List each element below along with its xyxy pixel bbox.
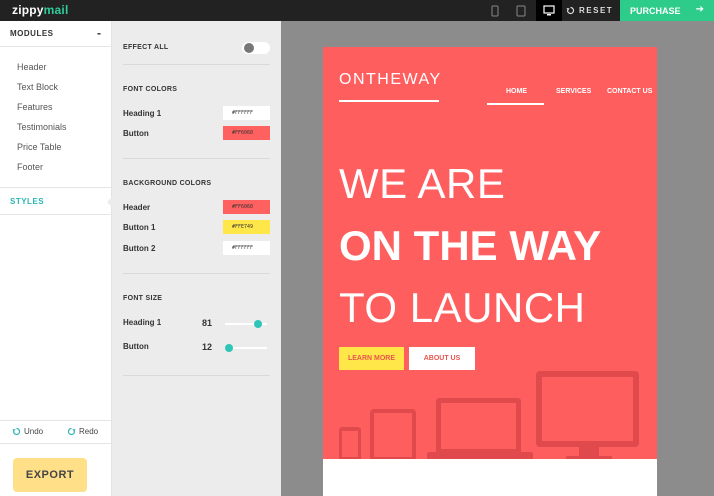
font-size-heading1-value: 81 (202, 318, 213, 328)
font-color-heading1-swatch[interactable]: #FFFFFF (223, 106, 270, 120)
redo-label: Redo (79, 427, 99, 436)
module-item-text-block[interactable]: Text Block (17, 82, 58, 92)
module-item-testimonials[interactable]: Testimonials (17, 122, 67, 132)
divider (123, 375, 270, 376)
logo-text: zippy (12, 3, 44, 17)
bg-color-button2-swatch[interactable]: #FFFFFF (223, 241, 270, 255)
effect-all-label: EFFECT ALL (123, 44, 169, 51)
collapse-icon[interactable]: - (97, 26, 101, 40)
modules-sidebar: MODULES - Header Text Block Features Tes… (0, 21, 113, 496)
app-logo[interactable]: zippymail (12, 3, 68, 17)
logo-text-accent: mail (43, 3, 69, 17)
redo-icon (67, 427, 76, 436)
email-preview[interactable]: ONTHEWAY HOME SERVICES CONTACT US WE ARE… (323, 47, 657, 496)
font-color-heading1-label: Heading 1 (123, 109, 162, 118)
font-size-button-label: Button (123, 342, 149, 351)
font-size-heading1-slider[interactable] (225, 320, 267, 328)
purchase-label: PURCHASE (630, 5, 681, 16)
brand-underline (339, 100, 439, 102)
email-body (323, 465, 657, 496)
mobile-view-button[interactable] (482, 0, 508, 21)
bg-color-header-swatch[interactable]: #FF6060 (223, 200, 270, 214)
email-brand: ONTHEWAY (339, 71, 442, 88)
styles-panel: EFFECT ALL FONT COLORS Heading 1 #FFFFFF… (112, 21, 281, 496)
effect-all-toggle[interactable] (242, 42, 270, 54)
arrow-right-icon: ➔ (695, 4, 704, 15)
undo-label: Undo (24, 427, 44, 436)
font-colors-title: FONT COLORS (123, 86, 178, 93)
email-nav-contact[interactable]: CONTACT US (607, 88, 652, 95)
font-color-button-label: Button (123, 129, 149, 138)
module-item-footer[interactable]: Footer (17, 162, 43, 172)
hero-line-1: WE ARE (339, 160, 506, 207)
toggle-knob (244, 43, 254, 53)
styles-tab[interactable]: STYLES (0, 187, 113, 215)
font-size-title: FONT SIZE (123, 295, 163, 302)
bg-color-header-label: Header (123, 203, 151, 212)
module-item-features[interactable]: Features (17, 102, 53, 112)
reset-button[interactable]: RESET (566, 0, 620, 21)
top-bar: zippymail RESET PURCHASE ➔ (0, 0, 714, 21)
history-controls: Undo Redo (0, 420, 112, 444)
export-button[interactable]: EXPORT (13, 458, 87, 492)
divider (123, 158, 270, 159)
email-nav-home[interactable]: HOME (506, 88, 527, 95)
purchase-button[interactable]: PURCHASE ➔ (620, 0, 714, 21)
slider-thumb[interactable] (254, 320, 262, 328)
background-colors-title: BACKGROUND COLORS (123, 180, 212, 187)
reset-label: RESET (579, 6, 614, 15)
reset-icon (566, 6, 575, 15)
divider (123, 64, 270, 65)
tablet-icon (516, 5, 526, 16)
hero-line-3: TO LAUNCH (339, 284, 586, 331)
nav-active-underline (487, 103, 544, 105)
redo-button[interactable]: Redo (67, 427, 98, 436)
email-nav-services[interactable]: SERVICES (556, 88, 591, 95)
module-item-price-table[interactable]: Price Table (17, 142, 61, 152)
undo-button[interactable]: Undo (12, 427, 43, 436)
font-size-heading1-label: Heading 1 (123, 318, 162, 327)
font-color-button-swatch[interactable]: #FF6060 (223, 126, 270, 140)
styles-label: STYLES (10, 197, 45, 206)
tablet-view-button[interactable] (508, 0, 534, 21)
divider (123, 273, 270, 274)
desktop-view-button[interactable] (536, 0, 562, 21)
modules-header[interactable]: MODULES - (0, 21, 112, 47)
hero-line-2: ON THE WAY (339, 222, 602, 269)
modules-title: MODULES (10, 29, 54, 38)
desktop-icon (543, 5, 555, 16)
font-size-button-slider[interactable] (225, 344, 267, 352)
bg-color-button2-label: Button 2 (123, 244, 156, 253)
mobile-icon (491, 5, 499, 16)
module-item-header[interactable]: Header (17, 62, 47, 72)
bg-color-button1-swatch[interactable]: #FFE749 (223, 220, 270, 234)
undo-icon (12, 427, 21, 436)
bg-color-button1-label: Button 1 (123, 223, 156, 232)
slider-thumb[interactable] (225, 344, 233, 352)
font-size-button-value: 12 (202, 342, 213, 352)
devices-illustration (339, 371, 639, 465)
